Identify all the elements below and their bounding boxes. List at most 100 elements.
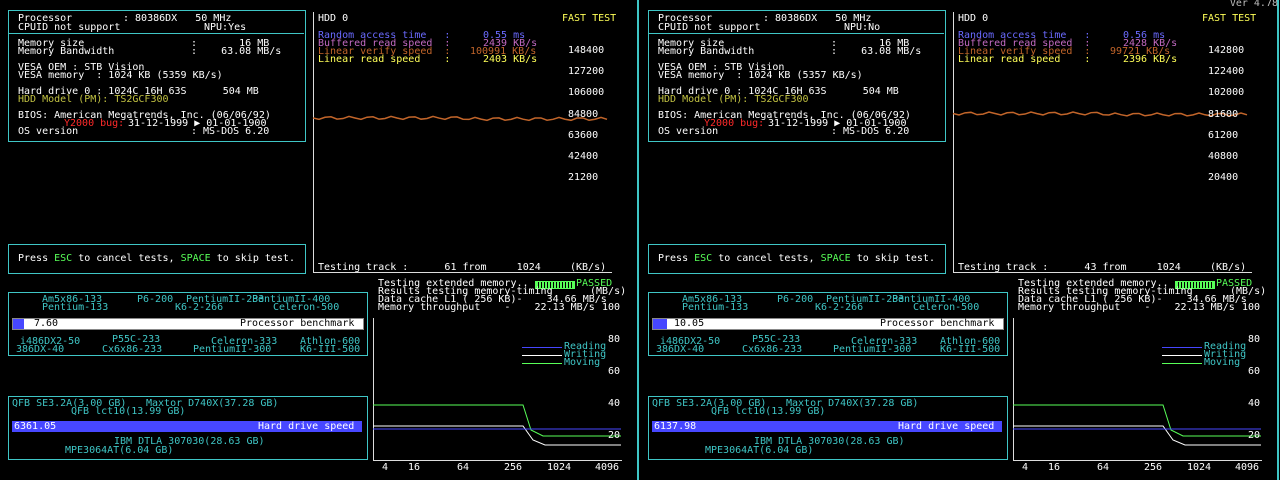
legend-swatch [522,347,562,348]
hdd-y-tick: 84800 [568,108,599,120]
hdd-speed-line [312,115,608,122]
legend-label: Moving [564,357,601,368]
memory-timing-lines [1013,404,1261,446]
memory-series [373,404,621,437]
cpu-ref-label: P6-200 [137,294,174,305]
cpu-ref-label: 386DX-40 [16,344,65,355]
cpu-ref-label: Celeron-500 [273,302,340,313]
hdd-y-tick: 63600 [568,129,599,141]
cpu-ref-label: K6-2-266 [815,302,864,313]
hdd-speed-series [952,111,1248,117]
memory-x-tick: 256 [504,462,523,473]
hdd-y-tick: 142800 [1208,45,1245,56]
hdd-y-tick: 106000 [568,87,605,99]
memory-x-tick: 64 [457,462,470,473]
cpu-ref-label: K6-III-500 [940,344,1001,355]
memory-y-tick: 80 [1248,334,1261,345]
legend-label: Moving [1204,357,1241,368]
memory-x-tick: 16 [1048,462,1061,473]
mem-bw-label: Memory Bandwidth [18,46,115,57]
vesa-memory: VESA memory : 1024 KB (5357 KB/s) [658,70,863,81]
memory-y-tick: 20 [608,430,621,441]
esc-key[interactable]: ESC [694,253,712,264]
space-key[interactable]: SPACE [181,253,211,264]
hdd-y-tick: 20400 [1208,172,1239,184]
memory-x-tick: 1024 [1187,462,1212,473]
memory-y-tick: 60 [608,366,621,377]
cpu-benchmark-label: Processor benchmark [240,318,355,329]
hdd-y-tick: 148400 [568,45,605,56]
hdd-model: HDD Model (PM): TS2GCF300 [18,94,169,105]
hdd-y-tick: 122400 [1208,66,1245,78]
mem-bw-value: : 63.08 MB/s [831,46,922,57]
hdd-y-tick: 102000 [1208,87,1245,99]
legend-swatch [1162,363,1202,364]
hdd-speed-line [952,111,1248,117]
instructions-text: Press ESC to cancel tests, SPACE to skip… [658,253,935,264]
cpu-ref-label: Cx6x86-233 [742,344,803,355]
cpu-benchmark-fill [13,319,24,329]
npu-status: NPU:No [844,22,881,33]
npu-status: NPU:Yes [204,22,247,33]
benchmark-panel-1: Processor : 80386DX 50 MHz CPUID not sup… [0,0,640,480]
memory-throughput: Memory throughput - 22.13 MB/s [378,302,595,313]
hdd-benchmark-value: 6361.05 [14,421,57,432]
memory-x-tick: 4096 [595,462,620,473]
hdd-benchmark-label: Hard drive speed [898,421,995,432]
cpu-benchmark-label: Processor benchmark [880,318,995,329]
cpu-ref-label: P6-200 [777,294,814,305]
esc-key[interactable]: ESC [54,253,72,264]
space-key[interactable]: SPACE [821,253,851,264]
cpu-ref-label: 386DX-40 [656,344,705,355]
cpu-benchmark-value: 10.05 [674,318,705,329]
cpuid-text: CPUID not support [18,22,121,33]
os-value: : MS-DOS 6.20 [831,126,910,137]
hdd-y-tick: 127200 [568,66,605,78]
hdd-benchmark-value: 6137.98 [654,421,697,432]
hdd-y-tick: 40800 [1208,151,1239,162]
memory-y-tick: 100 [1242,302,1261,313]
hdd-ref-label: MPE3064AT(6.04 GB) [705,445,814,456]
cpuid-text: CPUID not support [658,22,761,33]
cpu-ref-label: Celeron-500 [913,302,980,313]
memory-x-tick: 16 [408,462,421,473]
memory-y-tick: 20 [1248,430,1261,441]
os-label: OS version [18,126,79,137]
memory-x-tick: 256 [1144,462,1163,473]
hdd-y-tick: 81600 [1208,108,1239,120]
kbs-unit: (KB/s) [570,262,607,273]
memory-throughput: Memory throughput - 22.13 MB/s [1018,302,1235,313]
memory-y-tick: 100 [602,302,621,313]
cpu-ref-label: K6-III-500 [300,344,361,355]
memory-x-tick: 4 [1022,462,1029,473]
testing-track: Testing track : 43 from 1024 [958,262,1181,273]
hdd-y-tick: 42400 [568,151,599,162]
memory-y-tick: 80 [608,334,621,345]
memory-x-tick: 64 [1097,462,1110,473]
cpu-ref-label: Pentium-133 [42,302,109,313]
instructions-text: Press ESC to cancel tests, SPACE to skip… [18,253,295,264]
kbs-unit: (KB/s) [1210,262,1247,273]
cpu-ref-label: PentiumII-300 [193,344,272,355]
mem-bw-label: Memory Bandwidth [658,46,755,57]
cpu-ref-label: Cx6x86-233 [102,344,163,355]
hdd-y-tick: 21200 [568,172,599,184]
legend-swatch [522,355,562,356]
os-value: : MS-DOS 6.20 [191,126,270,137]
cpu-ref-label: P55C-233 [752,334,801,345]
cpu-ref-label: Pentium-133 [682,302,749,313]
memory-timing-lines [373,404,621,446]
cpu-benchmark-value: 7.60 [34,318,59,329]
cpu-benchmark-fill [653,319,667,329]
hdd-benchmark-label: Hard drive speed [258,421,355,432]
hdd-y-tick: 61200 [1208,129,1239,141]
hdd-ref-label: MPE3064AT(6.04 GB) [65,445,174,456]
info-separator [648,33,944,34]
os-label: OS version [658,126,719,137]
cpu-ref-label: PentiumII-300 [833,344,912,355]
hdd-speed-series [312,115,608,122]
testing-track: Testing track : 61 from 1024 [318,262,541,273]
benchmark-panel-2: Processor : 80386DX 50 MHz CPUID not sup… [640,0,1280,480]
memory-x-tick: 4 [382,462,389,473]
vesa-memory: VESA memory : 1024 KB (5359 KB/s) [18,70,223,81]
